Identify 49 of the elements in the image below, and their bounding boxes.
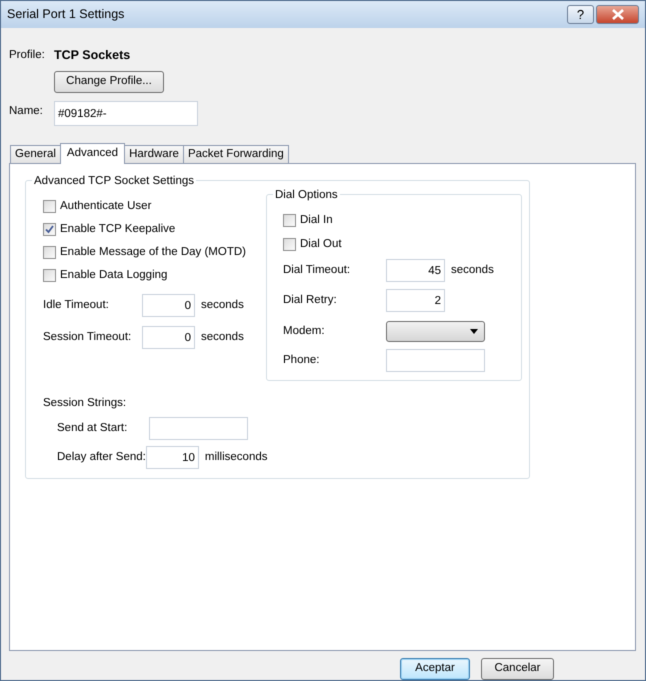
checkbox[interactable] <box>43 223 56 236</box>
input-field[interactable]: 0 <box>142 326 195 349</box>
unit-label: seconds <box>201 330 244 345</box>
help-button[interactable]: ? <box>567 5 594 24</box>
change-profile-button[interactable]: Change Profile... <box>54 71 164 93</box>
dialog-button[interactable]: Aceptar <box>400 658 470 680</box>
field-label: Send at Start: <box>57 421 128 436</box>
name-label: Name: <box>9 104 44 119</box>
field-label: Delay after Send: <box>57 450 146 466</box>
checkbox-label: Dial In <box>300 212 333 228</box>
checkbox-label: Authenticate User <box>60 198 152 214</box>
name-field[interactable]: #09182#- <box>54 101 198 126</box>
close-button[interactable] <box>596 5 639 24</box>
checkbox[interactable] <box>43 200 56 213</box>
checkbox-label: Dial Out <box>300 236 342 252</box>
input-field[interactable]: 45 <box>386 259 445 282</box>
unit-label: seconds <box>201 298 244 313</box>
input-field[interactable] <box>386 349 485 372</box>
unit-label: milliseconds <box>204 450 268 466</box>
profile-value: TCP Sockets <box>54 47 130 64</box>
field-label: Dial Timeout: <box>283 262 352 278</box>
checkbox-label: Enable Data Logging <box>60 268 168 283</box>
dropdown-arrow-icon <box>470 329 478 334</box>
input-field[interactable]: 0 <box>142 294 195 317</box>
tab[interactable]: Packet Forwarding <box>182 145 289 163</box>
field-label: Modem: <box>283 324 326 339</box>
section-label: Session Strings: <box>43 396 128 411</box>
input-field[interactable]: 2 <box>386 289 445 312</box>
checkbox-label: Enable Message of the Day (MOTD) <box>60 244 246 260</box>
tab[interactable]: Advanced <box>60 143 126 164</box>
tab[interactable]: General <box>10 145 61 163</box>
input-field[interactable]: 10 <box>146 446 199 470</box>
checkbox[interactable] <box>43 269 56 282</box>
checkbox[interactable] <box>283 238 296 251</box>
field-label: Session Timeout: <box>43 330 132 345</box>
tab[interactable]: Hardware <box>124 145 184 163</box>
window-title: Serial Port 1 Settings <box>7 6 126 24</box>
modem-dropdown[interactable] <box>386 321 485 342</box>
profile-label: Profile: <box>9 48 46 63</box>
field-label: Phone: <box>283 352 320 368</box>
unit-label: seconds <box>451 262 494 278</box>
close-icon <box>610 9 624 20</box>
checkbox-label: Enable TCP Keepalive <box>60 222 176 237</box>
checkbox[interactable] <box>43 246 56 259</box>
field-label: Idle Timeout: <box>43 298 110 313</box>
checkbox[interactable] <box>283 214 296 227</box>
dialog-button[interactable]: Cancelar <box>481 658 554 680</box>
input-field[interactable] <box>149 417 248 440</box>
field-label: Dial Retry: <box>283 292 338 308</box>
